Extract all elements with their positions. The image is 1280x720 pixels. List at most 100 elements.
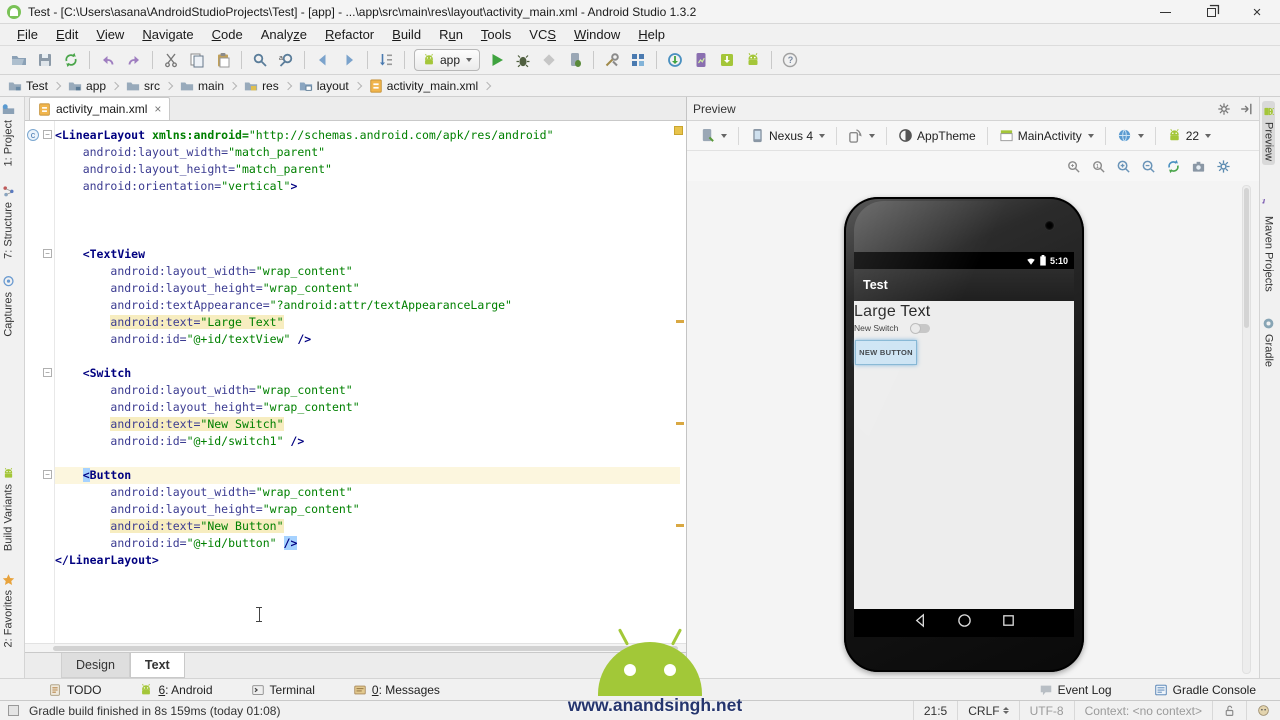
lock-icon[interactable]	[1212, 701, 1246, 720]
breadcrumb-app[interactable]: app	[66, 79, 108, 93]
nav-home-icon[interactable]	[957, 613, 972, 633]
project-structure-button[interactable]	[625, 48, 651, 72]
tab-close-icon[interactable]: ×	[154, 102, 161, 116]
restore-button[interactable]	[1188, 0, 1234, 24]
menu-code[interactable]: Code	[203, 25, 252, 44]
help-button[interactable]: ?	[777, 48, 803, 72]
breadcrumb-layout[interactable]: layout	[297, 79, 351, 93]
zoom-in-icon[interactable]	[1116, 159, 1131, 174]
menu-edit[interactable]: Edit	[47, 25, 87, 44]
breadcrumb-res[interactable]: res	[242, 79, 281, 93]
zoom-out-icon[interactable]	[1141, 159, 1156, 174]
preview-22-selector[interactable]: 22	[1162, 125, 1216, 146]
menu-refactor[interactable]: Refactor	[316, 25, 383, 44]
preview-locale-globe-selector[interactable]	[1112, 125, 1149, 146]
error-stripe-mark[interactable]	[676, 524, 684, 527]
status-toggle-icon[interactable]	[8, 705, 19, 716]
refresh-icon[interactable]	[1166, 159, 1181, 174]
tab-text[interactable]: Text	[129, 653, 185, 678]
sdk-manager-button[interactable]	[714, 48, 740, 72]
tab-design[interactable]: Design	[61, 653, 130, 678]
preview-switch-toggle[interactable]	[910, 322, 931, 334]
menu-build[interactable]: Build	[383, 25, 430, 44]
sync-gradle-button[interactable]	[662, 48, 688, 72]
menu-vcs[interactable]: VCS	[520, 25, 565, 44]
run-button[interactable]	[484, 48, 510, 72]
cut-button[interactable]	[158, 48, 184, 72]
open-folder-button[interactable]	[6, 48, 32, 72]
error-stripe-mark[interactable]	[676, 422, 684, 425]
fold-marker-icon[interactable]: −	[43, 368, 52, 377]
tool-button-1-project[interactable]: 1: Project	[2, 103, 15, 166]
preview-settings-icon[interactable]	[1216, 159, 1231, 174]
menu-navigate[interactable]: Navigate	[133, 25, 202, 44]
avd-manager-button[interactable]	[740, 48, 766, 72]
toolwindow-event-log[interactable]: Event Log	[1029, 683, 1122, 697]
breadcrumb-main[interactable]: main	[178, 79, 226, 93]
run-configuration-selector[interactable]: app	[414, 49, 481, 71]
breadcrumb-activity-main-xml[interactable]: activity_main.xml	[367, 79, 480, 93]
inspection-status-icon[interactable]	[674, 126, 683, 135]
nav-recents-icon[interactable]	[1001, 613, 1016, 633]
tool-button-gradle[interactable]: Gradle	[1262, 313, 1275, 371]
menu-file[interactable]: File	[8, 25, 47, 44]
toolwindow-0-messages[interactable]: 0: Messages	[343, 683, 450, 697]
fold-marker-icon[interactable]: −	[43, 249, 52, 258]
save-all-button[interactable]	[32, 48, 58, 72]
minimize-button[interactable]	[1142, 0, 1188, 24]
close-button[interactable]: ×	[1234, 0, 1280, 24]
paste-button[interactable]	[210, 48, 236, 72]
horizontal-scrollbar-thumb[interactable]	[53, 646, 678, 651]
settings-wrench-button[interactable]	[599, 48, 625, 72]
preview-nexus-4-selector[interactable]: Nexus 4	[745, 125, 830, 146]
preview-apptheme-selector[interactable]: AppTheme	[893, 125, 981, 146]
encoding-indicator[interactable]: UTF-8	[1018, 701, 1074, 720]
tab-activity-main-xml[interactable]: activity_main.xml ×	[29, 97, 171, 120]
forward-button[interactable]	[336, 48, 362, 72]
preview-mainactivity-selector[interactable]: MainActivity	[994, 125, 1099, 146]
find-button[interactable]	[247, 48, 273, 72]
code-text[interactable]: <LinearLayout xmlns:android="http://sche…	[55, 127, 680, 569]
toolwindow-6-android[interactable]: 6: Android	[129, 683, 222, 697]
menu-view[interactable]: View	[87, 25, 133, 44]
tool-button-build-variants[interactable]: Build Variants	[2, 467, 15, 551]
zoom-actual-icon[interactable]: 1	[1091, 159, 1106, 174]
toolwindow-todo[interactable]: TODO	[38, 683, 111, 697]
preview-device-config-selector[interactable]	[695, 125, 732, 146]
back-button[interactable]	[310, 48, 336, 72]
screenshot-icon[interactable]	[1191, 159, 1206, 174]
toolwindow-gradle-console[interactable]: Gradle Console	[1144, 683, 1266, 697]
fold-marker-icon[interactable]: −	[43, 470, 52, 479]
line-ending-selector[interactable]: CRLF	[957, 701, 1018, 720]
attach-debugger-button[interactable]	[562, 48, 588, 72]
context-indicator[interactable]: Context: <no context>	[1073, 701, 1212, 720]
menu-analyze[interactable]: Analyze	[252, 25, 316, 44]
breadcrumb-test[interactable]: Test	[6, 79, 50, 93]
fold-marker-icon[interactable]: −	[43, 130, 52, 139]
hide-panel-icon[interactable]	[1239, 102, 1253, 116]
tool-button-2-favorites[interactable]: 2: Favorites	[2, 573, 15, 647]
hector-inspector-icon[interactable]	[1246, 701, 1280, 720]
preview-orientation-selector[interactable]	[843, 125, 880, 146]
preview-gear-icon[interactable]	[1217, 102, 1231, 116]
device-monitor-button[interactable]	[688, 48, 714, 72]
toolwindow-terminal[interactable]: Terminal	[241, 683, 325, 697]
breadcrumb-src[interactable]: src	[124, 79, 162, 93]
menu-run[interactable]: Run	[430, 25, 472, 44]
replace-button[interactable]: a	[273, 48, 299, 72]
menu-help[interactable]: Help	[629, 25, 674, 44]
nav-back-icon[interactable]	[913, 613, 928, 633]
sync-button[interactable]	[58, 48, 84, 72]
sort-lines-button[interactable]	[373, 48, 399, 72]
tool-button-preview[interactable]: Preview	[1262, 101, 1275, 166]
tool-button-captures[interactable]: Captures	[2, 275, 15, 337]
menu-tools[interactable]: Tools	[472, 25, 520, 44]
preview-button[interactable]: NEW BUTTON	[855, 340, 917, 365]
tool-button-7-structure[interactable]: 7: Structure	[2, 185, 15, 259]
code-editor[interactable]: c − − − − <LinearLayout xmlns:android="http…	[25, 121, 686, 643]
debug-button[interactable]	[510, 48, 536, 72]
error-stripe-mark[interactable]	[676, 320, 684, 323]
menu-window[interactable]: Window	[565, 25, 629, 44]
zoom-fit-icon[interactable]	[1066, 159, 1081, 174]
redo-button[interactable]	[121, 48, 147, 72]
